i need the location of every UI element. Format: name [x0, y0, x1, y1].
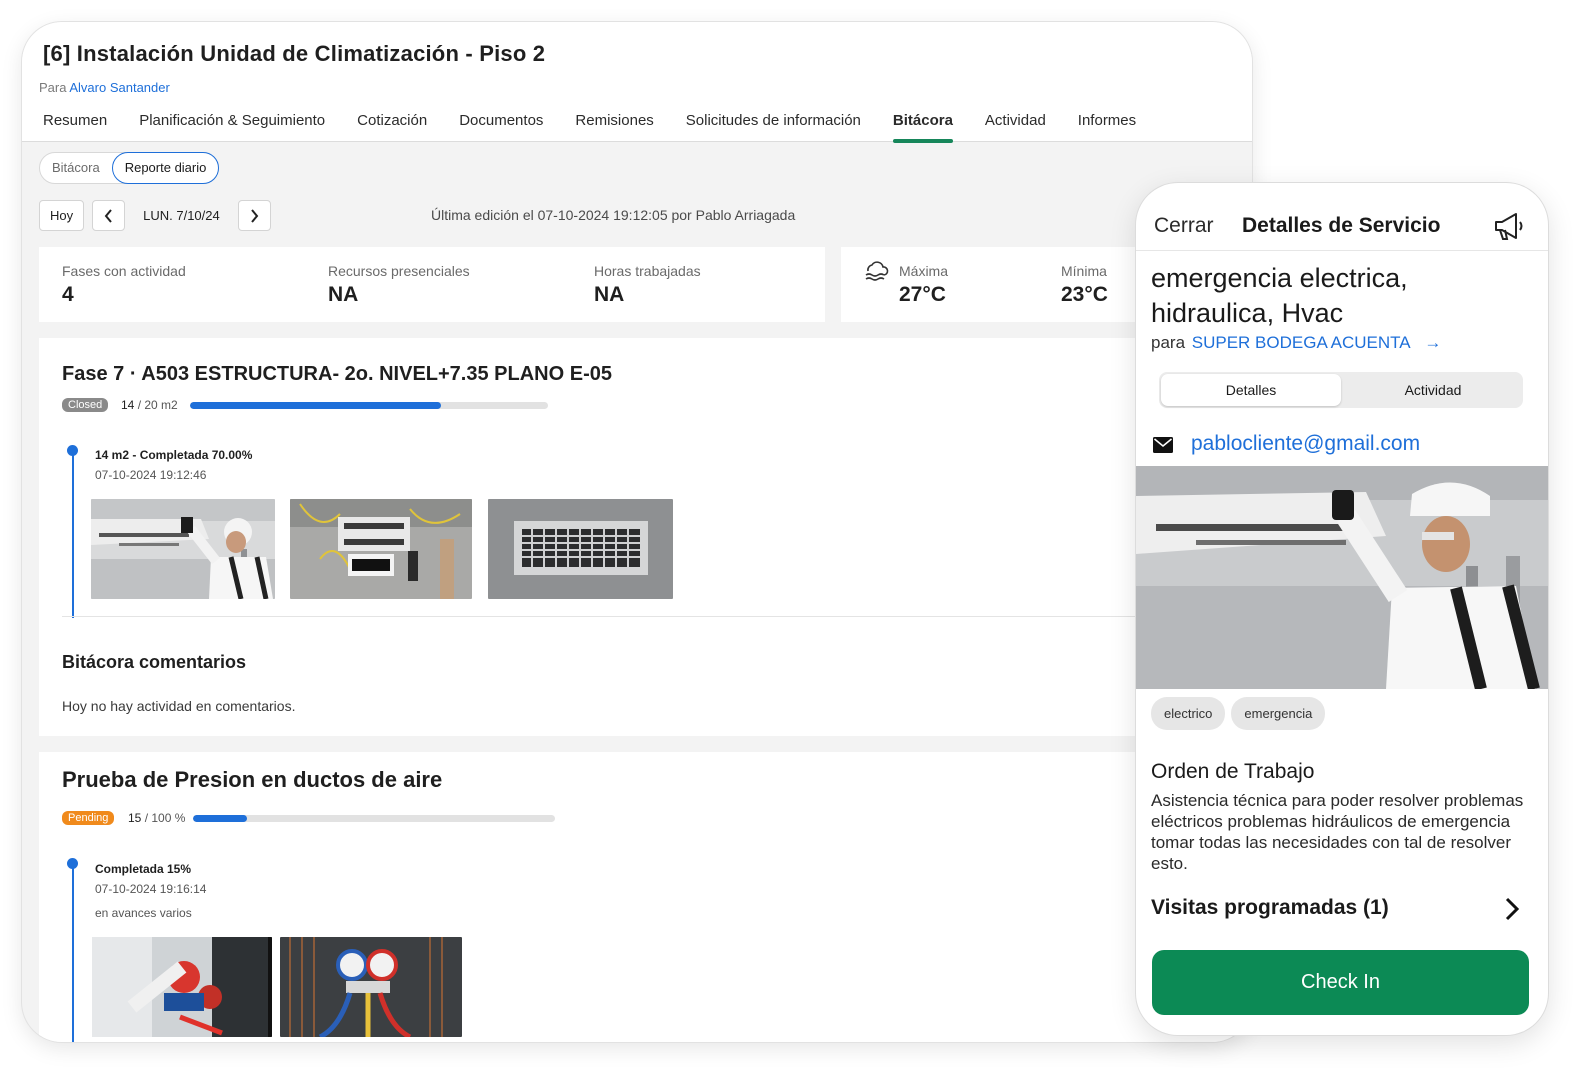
photo-thumbnail[interactable] [488, 499, 673, 599]
tab-planificacion[interactable]: Planificación & Seguimiento [139, 112, 325, 142]
details-toggle: Detalles Actividad [1159, 372, 1523, 408]
project-window: [6] Instalación Unidad de Climatización … [22, 22, 1252, 1042]
stat-max-temp: Máxima 27°C [899, 263, 948, 307]
max-value: 27°C [899, 283, 946, 306]
chevron-left-icon [104, 209, 112, 223]
current-date: LUN. 7/10/24 [143, 208, 220, 223]
stat-min-temp: Mínima 23°C [1061, 263, 1108, 307]
divider [62, 616, 1252, 617]
phase-quantity: 15 / 100 % [128, 811, 185, 825]
tab-detalles[interactable]: Detalles [1161, 374, 1341, 406]
prev-day-button[interactable] [92, 200, 126, 231]
stat-value: NA [594, 283, 625, 306]
qty-total: / 20 m2 [137, 398, 178, 412]
owner-link[interactable]: Alvaro Santander [69, 80, 169, 95]
photo-thumbnail[interactable] [92, 937, 272, 1037]
service-details-panel: Cerrar Detalles de Servicio emergencia e… [1136, 183, 1548, 1035]
tag-chip[interactable]: electrico [1151, 697, 1226, 730]
chevron-right-icon[interactable] [1502, 895, 1522, 923]
stat-phases: Fases con actividad 4 [62, 263, 186, 307]
last-edit-info: Última edición el 07-10-2024 19:12:05 po… [431, 207, 796, 223]
timeline-line [72, 450, 74, 618]
check-in-button[interactable]: Check In [1152, 950, 1529, 1015]
entry-date: 07-10-2024 19:12:46 [95, 468, 207, 482]
work-order-title: Orden de Trabajo [1151, 760, 1315, 783]
scheduled-visits-link[interactable]: Visitas programadas (1) [1151, 896, 1389, 920]
min-value: 23°C [1061, 283, 1108, 306]
tab-remisiones[interactable]: Remisiones [575, 112, 653, 142]
chevron-right-icon [251, 209, 259, 223]
toggle-bitacora[interactable]: Bitácora [40, 153, 112, 183]
progress-fill [190, 402, 441, 409]
toggle-reporte-diario[interactable]: Reporte diario [111, 152, 220, 184]
stat-hours: Horas trabajadas NA [594, 263, 701, 307]
mail-icon [1153, 437, 1173, 453]
service-title: emergencia electrica, hidraulica, Hvac [1151, 263, 1408, 328]
stat-value: NA [328, 283, 359, 306]
stat-label: Horas trabajadas [594, 263, 701, 279]
arrow-right-icon[interactable]: → [1424, 333, 1441, 352]
stats-panel: Fases con actividad 4 Recursos presencia… [39, 247, 825, 322]
phase-card: Prueba de Presion en ductos de aire Pend… [39, 752, 1252, 1042]
panel-title: Detalles de Servicio [1242, 214, 1441, 237]
page-title: [6] Instalación Unidad de Climatización … [43, 41, 546, 66]
phase-progress-bar [190, 402, 548, 409]
photo-thumbnail[interactable] [290, 499, 472, 599]
tag-list: electrico emergencia [1151, 697, 1326, 730]
tab-actividad-panel[interactable]: Actividad [1343, 374, 1523, 406]
stat-value: 4 [62, 283, 74, 306]
tab-bar: Resumen Planificación & Seguimiento Coti… [43, 112, 1136, 143]
stat-label: Fases con actividad [62, 263, 186, 279]
stat-resources: Recursos presenciales NA [328, 263, 470, 307]
phase-quantity: 14 / 20 m2 [121, 398, 178, 412]
client-link[interactable]: SUPER BODEGA ACUENTA [1192, 333, 1410, 352]
tab-documentos[interactable]: Documentos [459, 112, 543, 142]
panel-header: Cerrar Detalles de Servicio [1136, 183, 1548, 251]
progress-fill [193, 815, 248, 822]
service-photo [1136, 466, 1548, 689]
max-label: Máxima [899, 263, 949, 279]
phase-title: Fase 7 · A503 ESTRUCTURA- 2o. NIVEL+7.35… [62, 363, 612, 385]
entry-note: en avances varios [95, 906, 192, 920]
photo-thumbnail[interactable] [91, 499, 275, 599]
timeline-line [72, 863, 74, 1042]
photo-thumbnail[interactable] [280, 937, 462, 1037]
tab-solicitudes[interactable]: Solicitudes de información [686, 112, 861, 142]
phase-progress-bar [193, 815, 555, 822]
comments-title: Bitácora comentarios [62, 652, 247, 672]
qty-total: / 100 % [144, 811, 186, 825]
contact-email[interactable]: pablocliente@gmail.com [1191, 432, 1420, 456]
date-navigator: Hoy LUN. 7/10/24 [39, 200, 271, 231]
tab-actividad[interactable]: Actividad [985, 112, 1046, 142]
qty-done: 15 [128, 811, 142, 825]
min-label: Mínima [1061, 263, 1107, 279]
tag-chip[interactable]: emergencia [1231, 697, 1326, 730]
tab-bitacora[interactable]: Bitácora [892, 112, 953, 143]
today-button[interactable]: Hoy [39, 200, 85, 231]
phase-card: Fase 7 · A503 ESTRUCTURA- 2o. NIVEL+7.35… [39, 338, 1252, 736]
entry-title: Completada 15% [95, 862, 192, 876]
entry-date: 07-10-2024 19:16:14 [95, 882, 207, 896]
tab-informes[interactable]: Informes [1078, 112, 1136, 142]
close-button[interactable]: Cerrar [1154, 214, 1214, 238]
tab-resumen[interactable]: Resumen [43, 112, 107, 142]
project-owner: Para Alvaro Santander [39, 80, 170, 95]
phase-title: Prueba de Presion en ductos de aire [62, 767, 443, 792]
status-badge: Pending [62, 811, 115, 825]
owner-prefix: Para [39, 80, 67, 95]
view-toggle: Bitácora Reporte diario [39, 152, 220, 184]
entry-title: 14 m2 - Completada 70.00% [95, 448, 253, 462]
comments-empty: Hoy no hay actividad en comentarios. [62, 698, 296, 714]
stat-label: Recursos presenciales [328, 263, 470, 279]
qty-done: 14 [121, 398, 135, 412]
work-order-description: Asistencia técnica para poder resolver p… [1151, 791, 1524, 873]
status-badge: Closed [62, 398, 109, 412]
service-client: para SUPER BODEGA ACUENTA → [1151, 333, 1441, 353]
megaphone-icon[interactable] [1492, 209, 1526, 243]
next-day-button[interactable] [237, 200, 271, 231]
tab-cotizacion[interactable]: Cotización [357, 112, 427, 142]
project-header: [6] Instalación Unidad de Climatización … [22, 22, 1252, 143]
client-prefix: para [1151, 333, 1186, 352]
weather-icon [865, 261, 889, 281]
